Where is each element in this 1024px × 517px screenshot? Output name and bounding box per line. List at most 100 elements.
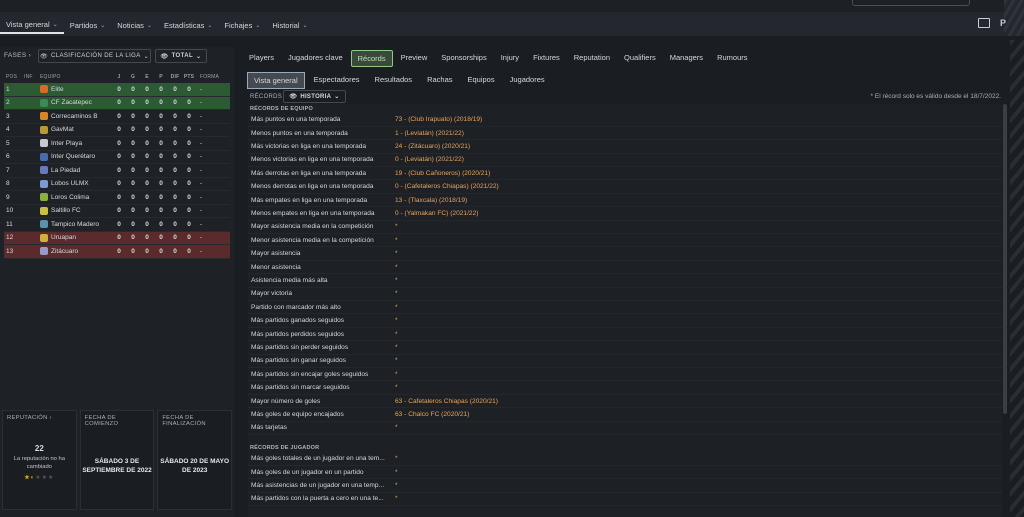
top-search-field[interactable] — [852, 0, 970, 6]
record-value[interactable]: * — [395, 223, 398, 230]
tab[interactable]: Sponsorships — [435, 50, 492, 67]
team-cell[interactable]: CF Zacatepec — [40, 98, 112, 107]
record-row[interactable]: Más partidos sin marcar seguidos * — [248, 382, 1002, 395]
team-cell[interactable]: Inter Querétaro — [40, 152, 112, 161]
record-value[interactable]: 13 - (Tlaxcala) (2018/19) — [395, 197, 467, 204]
record-value[interactable]: * — [395, 264, 398, 271]
table-row[interactable]: 11 Tampico Madero 0 0 0 0 0 0 - — [4, 218, 230, 232]
table-row[interactable]: 13 Zitácuaro 0 0 0 0 0 0 - — [4, 245, 230, 259]
record-row[interactable]: Más puntos en una temporada 73 - (Club Ir… — [248, 114, 1002, 127]
record-row[interactable]: Partido con marcador más alto * — [248, 301, 1002, 315]
column-header[interactable]: DIF — [168, 74, 182, 80]
record-row[interactable]: Más partidos sin ganar seguidos * — [248, 355, 1002, 369]
record-value[interactable]: * — [395, 290, 398, 297]
phases-label[interactable]: FASES › — [4, 52, 31, 59]
column-header[interactable]: P — [154, 74, 168, 80]
record-row[interactable]: Mayor número de goles 63 - Cafetaleros Ch… — [248, 395, 1002, 409]
subtab[interactable]: Resultados — [369, 72, 419, 89]
record-row[interactable]: Más partidos sin encajar goles seguidos * — [248, 368, 1002, 382]
team-cell[interactable]: Zitácuaro — [40, 247, 112, 256]
record-value[interactable]: 63 - Chalco FC (2020/21) — [395, 411, 469, 418]
table-row[interactable]: 2 CF Zacatepec 0 0 0 0 0 0 - — [4, 96, 230, 110]
historia-dropdown[interactable]: 👁 HISTORIA ⌄ — [283, 90, 346, 103]
table-row[interactable]: 7 La Piedad 0 0 0 0 0 0 - — [4, 164, 230, 178]
monitor-icon[interactable] — [978, 18, 990, 28]
record-value[interactable]: * — [395, 424, 398, 431]
column-header[interactable]: E — [140, 74, 154, 80]
table-row[interactable]: 4 GavMat 0 0 0 0 0 0 - — [4, 124, 230, 137]
record-row[interactable]: Más partidos con la puerta a cero en una… — [248, 493, 1002, 507]
record-value[interactable]: * — [395, 250, 398, 257]
record-value[interactable]: * — [395, 237, 398, 244]
tab[interactable]: Fixtures — [527, 50, 566, 67]
record-value[interactable]: * — [395, 455, 398, 462]
record-row[interactable]: Más goles totales de un jugador en una t… — [248, 453, 1002, 466]
subtab[interactable]: Espectadores — [308, 72, 366, 89]
column-header[interactable]: PTS — [182, 74, 196, 80]
nav-item[interactable]: Estadísticas ⌄ — [158, 16, 218, 34]
record-row[interactable]: Más goles de equipo encajados 63 - Chalco… — [248, 408, 1002, 422]
column-header[interactable]: J — [112, 74, 126, 80]
team-cell[interactable]: Saltillo FC — [40, 206, 112, 215]
tab[interactable]: Rumours — [711, 50, 753, 67]
record-row[interactable]: Más goles de un jugador en un partido * — [248, 466, 1002, 480]
team-cell[interactable]: Inter Playa — [40, 139, 112, 148]
table-row[interactable]: 3 Correcaminos B 0 0 0 0 0 0 - — [4, 110, 230, 124]
record-row[interactable]: Mayor asistencia media en la competición… — [248, 221, 1002, 235]
record-value[interactable]: 0 - (Leviatán) (2021/22) — [395, 156, 464, 163]
tab[interactable]: Injury — [495, 50, 525, 67]
record-row[interactable]: Más tarjetas * — [248, 422, 1002, 436]
record-value[interactable]: * — [395, 317, 398, 324]
tab[interactable]: Managers — [664, 50, 709, 67]
tab[interactable]: Preview — [395, 50, 434, 67]
record-row[interactable]: Más empates en liga en una temporada 13 -… — [248, 194, 1002, 208]
column-header[interactable]: FORMA — [196, 74, 219, 80]
tab[interactable]: Jugadores clave — [282, 50, 349, 67]
total-dropdown[interactable]: 👁 TOTAL ⌄ — [155, 49, 207, 63]
record-row[interactable]: Mayor victoria * — [248, 288, 1002, 302]
column-header[interactable]: INF — [24, 74, 40, 80]
record-value[interactable]: * — [395, 304, 398, 311]
subtab[interactable]: Rachas — [421, 72, 458, 89]
record-value[interactable]: 1 - (Leviatán) (2021/22) — [395, 130, 464, 137]
table-row[interactable]: 8 Lobos ULMX 0 0 0 0 0 0 - — [4, 178, 230, 191]
nav-item[interactable]: Historial ⌄ — [266, 16, 313, 34]
table-row[interactable]: 12 Uruapan 0 0 0 0 0 0 - — [4, 231, 230, 245]
record-value[interactable]: * — [395, 331, 398, 338]
team-cell[interactable]: Uruapan — [40, 233, 112, 242]
record-row[interactable]: Menos victorias en liga en una temporada… — [248, 154, 1002, 168]
record-value[interactable]: 73 - (Club Irapuato) (2018/19) — [395, 116, 482, 123]
nav-item[interactable]: Partidos ⌄ — [64, 16, 112, 34]
team-cell[interactable]: Loros Colima — [40, 193, 112, 202]
record-row[interactable]: Más partidos perdidos seguidos * — [248, 328, 1002, 342]
tab[interactable]: Reputation — [568, 50, 616, 67]
record-value[interactable]: * — [395, 469, 398, 476]
table-row[interactable]: 5 Inter Playa 0 0 0 0 0 0 - — [4, 137, 230, 151]
record-row[interactable]: Menor asistencia * — [248, 261, 1002, 275]
team-cell[interactable]: Elite — [40, 85, 112, 94]
record-value[interactable]: * — [395, 344, 398, 351]
team-cell[interactable]: Tampico Madero — [40, 220, 112, 229]
record-value[interactable]: * — [395, 357, 398, 364]
team-cell[interactable]: Lobos ULMX — [40, 179, 112, 188]
record-value[interactable]: 19 - (Club Cañoneros) (2020/21) — [395, 170, 490, 177]
record-value[interactable]: 24 - (Zitácuaro) (2020/21) — [395, 143, 470, 150]
record-value[interactable]: * — [395, 371, 398, 378]
table-row[interactable]: 6 Inter Querétaro 0 0 0 0 0 0 - — [4, 151, 230, 164]
table-row[interactable]: 9 Loros Colima 0 0 0 0 0 0 - — [4, 191, 230, 205]
team-cell[interactable]: La Piedad — [40, 166, 112, 175]
record-row[interactable]: Más partidos sin perder seguidos * — [248, 341, 1002, 355]
record-row[interactable]: Más asistencias de un jugador en una tem… — [248, 479, 1002, 493]
column-header[interactable]: POS — [4, 74, 24, 80]
record-row[interactable]: Mayor asistencia * — [248, 248, 1002, 261]
record-row[interactable]: Más victorias en liga en una temporada 24… — [248, 140, 1002, 154]
record-row[interactable]: Más partidos ganados seguidos * — [248, 315, 1002, 328]
record-value[interactable]: * — [395, 384, 398, 391]
record-row[interactable]: Menos puntos en una temporada 1 - (Leviat… — [248, 127, 1002, 141]
nav-item[interactable]: Noticias ⌄ — [111, 16, 158, 34]
record-row[interactable]: Menos derrotas en liga en una temporada 0… — [248, 181, 1002, 194]
scrollbar[interactable] — [1003, 104, 1007, 414]
team-cell[interactable]: Correcaminos B — [40, 112, 112, 121]
team-cell[interactable]: GavMat — [40, 125, 112, 134]
record-row[interactable]: Asistencia media más alta * — [248, 274, 1002, 288]
